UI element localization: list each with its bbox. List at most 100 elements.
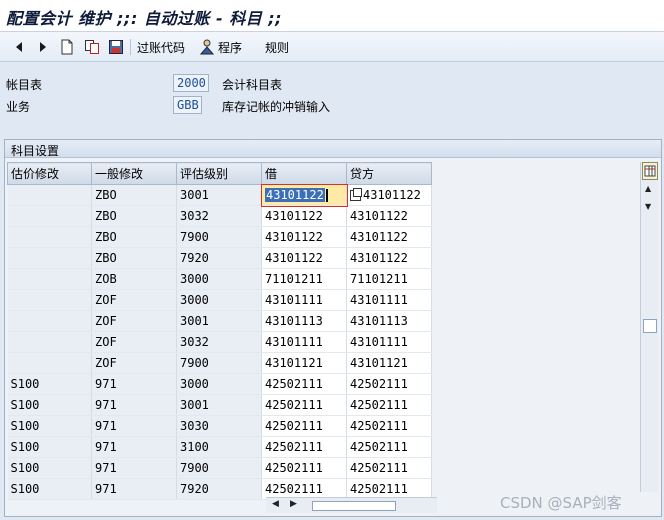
general-modif-cell: 971 — [91, 478, 177, 500]
back-button[interactable] — [14, 37, 24, 57]
save-button[interactable] — [108, 37, 124, 57]
valuation-modif-cell — [7, 310, 92, 332]
debit-account-cell[interactable]: 42502111 — [261, 373, 347, 395]
column-header-valuation-class[interactable]: 评估级别 — [176, 162, 262, 185]
column-header-credit[interactable]: 贷方 — [346, 162, 432, 185]
credit-account-cell[interactable]: 43101121 — [346, 352, 432, 374]
debit-account-cell[interactable]: 43101121 — [261, 352, 347, 374]
horizontal-scroll-thumb[interactable] — [312, 501, 396, 511]
column-header-general-modif[interactable]: 一般修改 — [91, 162, 177, 185]
general-modif-cell: ZBO — [91, 184, 177, 206]
scroll-down-icon[interactable]: ▼ — [645, 202, 651, 211]
window-title: 配置会计 维护 ;;: 自动过账 - 科目 ;; — [6, 9, 283, 28]
credit-account-cell[interactable]: 71101211 — [346, 268, 432, 290]
column-header-debit[interactable]: 借 — [261, 162, 347, 185]
program-button[interactable]: 程序 — [199, 37, 242, 57]
table-row: ZBO 3032 43101122 43101122 — [7, 205, 432, 227]
debit-account-cell[interactable]: 42502111 — [261, 436, 347, 458]
horizontal-scrollbar[interactable]: ◀ ▶ — [266, 497, 437, 513]
valuation-class-cell: 3032 — [176, 205, 262, 227]
credit-account-cell[interactable]: 43101111 — [346, 289, 432, 311]
debit-account-cell[interactable]: 43101122 — [261, 205, 347, 227]
valuation-modif-cell: S100 — [7, 415, 92, 437]
scroll-left-icon[interactable]: ◀ — [272, 499, 279, 509]
general-modif-cell: ZOF — [91, 331, 177, 353]
copy-icon — [84, 39, 100, 55]
debit-account-cell[interactable]: 42502111 — [261, 394, 347, 416]
copy-button[interactable] — [84, 37, 100, 57]
chart-of-accounts-field[interactable]: 2000 — [173, 74, 209, 92]
chart-of-accounts-label: 帐目表 — [6, 78, 43, 92]
valuation-modif-cell: S100 — [7, 394, 92, 416]
valuation-modif-cell: S100 — [7, 373, 92, 395]
forward-icon — [38, 41, 48, 53]
table-row: ZBO 3001 43101122 43101122 — [7, 183, 432, 207]
debit-account-cell[interactable]: 42502111 — [261, 457, 347, 479]
general-modif-cell: ZBO — [91, 205, 177, 227]
general-modif-cell: 971 — [91, 415, 177, 437]
transaction-field[interactable]: GBB — [173, 96, 202, 114]
debit-account-cell[interactable]: 43101113 — [261, 310, 347, 332]
valuation-modif-cell — [7, 184, 92, 206]
valuation-modif-cell: S100 — [7, 478, 92, 500]
debit-account-cell[interactable]: 43101111 — [261, 331, 347, 353]
credit-account-cell[interactable]: 42502111 — [346, 373, 432, 395]
table-row: ZOF 3000 43101111 43101111 — [7, 289, 432, 311]
table-header-row: 估价修改 一般修改 评估级别 借 贷方 — [7, 162, 432, 185]
credit-account-cell[interactable]: 43101122 — [346, 247, 432, 269]
posting-code-button[interactable]: 过账代码 — [137, 37, 185, 57]
valuation-class-cell: 7920 — [176, 478, 262, 500]
valuation-class-cell: 7900 — [176, 226, 262, 248]
general-modif-cell: 971 — [91, 457, 177, 479]
debit-account-cell[interactable]: 42502111 — [261, 415, 347, 437]
general-modif-cell: ZOF — [91, 352, 177, 374]
table-settings-icon[interactable] — [642, 162, 658, 180]
general-modif-cell: 971 — [91, 394, 177, 416]
debit-account-cell[interactable]: 71101211 — [261, 268, 347, 290]
credit-account-cell[interactable]: 42502111 — [346, 436, 432, 458]
valuation-class-cell: 7900 — [176, 457, 262, 479]
forward-button[interactable] — [38, 37, 48, 57]
valuation-modif-cell: S100 — [7, 457, 92, 479]
transaction-description: 库存记帐的冲销输入 — [222, 100, 331, 114]
valuation-modif-cell — [7, 268, 92, 290]
value-help-icon[interactable] — [350, 188, 362, 201]
valuation-class-cell: 3001 — [176, 310, 262, 332]
new-entry-icon — [60, 39, 74, 55]
column-header-valuation-modif[interactable]: 估价修改 — [7, 162, 92, 185]
credit-account-cell[interactable]: 43101111 — [346, 331, 432, 353]
scroll-up-icon[interactable]: ▲ — [645, 184, 651, 193]
general-modif-cell: ZBO — [91, 226, 177, 248]
debit-account-cell[interactable]: 43101111 — [261, 289, 347, 311]
debit-account-cell[interactable]: 43101122 — [261, 226, 347, 248]
valuation-class-cell: 3000 — [176, 289, 262, 311]
table-row: S100 971 7900 42502111 42502111 — [7, 457, 432, 479]
table-row: ZBO 7900 43101122 43101122 — [7, 226, 432, 248]
vertical-scrollbar[interactable]: ▲ ▼ — [640, 162, 658, 492]
rules-button[interactable]: 规则 — [265, 37, 289, 57]
program-label: 程序 — [218, 40, 243, 55]
credit-account-cell[interactable]: 43101122 — [346, 205, 432, 227]
credit-account-cell[interactable]: 42502111 — [346, 415, 432, 437]
credit-account-cell[interactable]: 43101122 — [346, 184, 432, 206]
valuation-class-cell: 3000 — [176, 373, 262, 395]
application-toolbar: 过账代码 程序 规则 — [0, 32, 664, 62]
valuation-class-cell: 3100 — [176, 436, 262, 458]
scroll-right-icon[interactable]: ▶ — [290, 499, 297, 509]
table-row: ZOF 7900 43101121 43101121 — [7, 352, 432, 374]
credit-account-cell[interactable]: 43101113 — [346, 310, 432, 332]
transaction-row: 业务 GBB 库存记帐的冲销输入 — [0, 95, 664, 115]
debit-account-cell[interactable]: 43101122 — [260, 183, 348, 207]
general-modif-cell: 971 — [91, 436, 177, 458]
new-entry-button[interactable] — [60, 37, 74, 57]
credit-account-cell[interactable]: 43101122 — [346, 226, 432, 248]
valuation-class-cell: 7920 — [176, 247, 262, 269]
credit-account-cell[interactable]: 42502111 — [346, 457, 432, 479]
transaction-label: 业务 — [6, 100, 31, 114]
credit-account-cell[interactable]: 42502111 — [346, 394, 432, 416]
general-modif-cell: ZOF — [91, 310, 177, 332]
watermark: CSDN @SAP剑客 — [500, 494, 622, 512]
debit-account-cell[interactable]: 43101122 — [261, 247, 347, 269]
vertical-scroll-thumb[interactable] — [643, 319, 657, 333]
valuation-modif-cell — [7, 352, 92, 374]
